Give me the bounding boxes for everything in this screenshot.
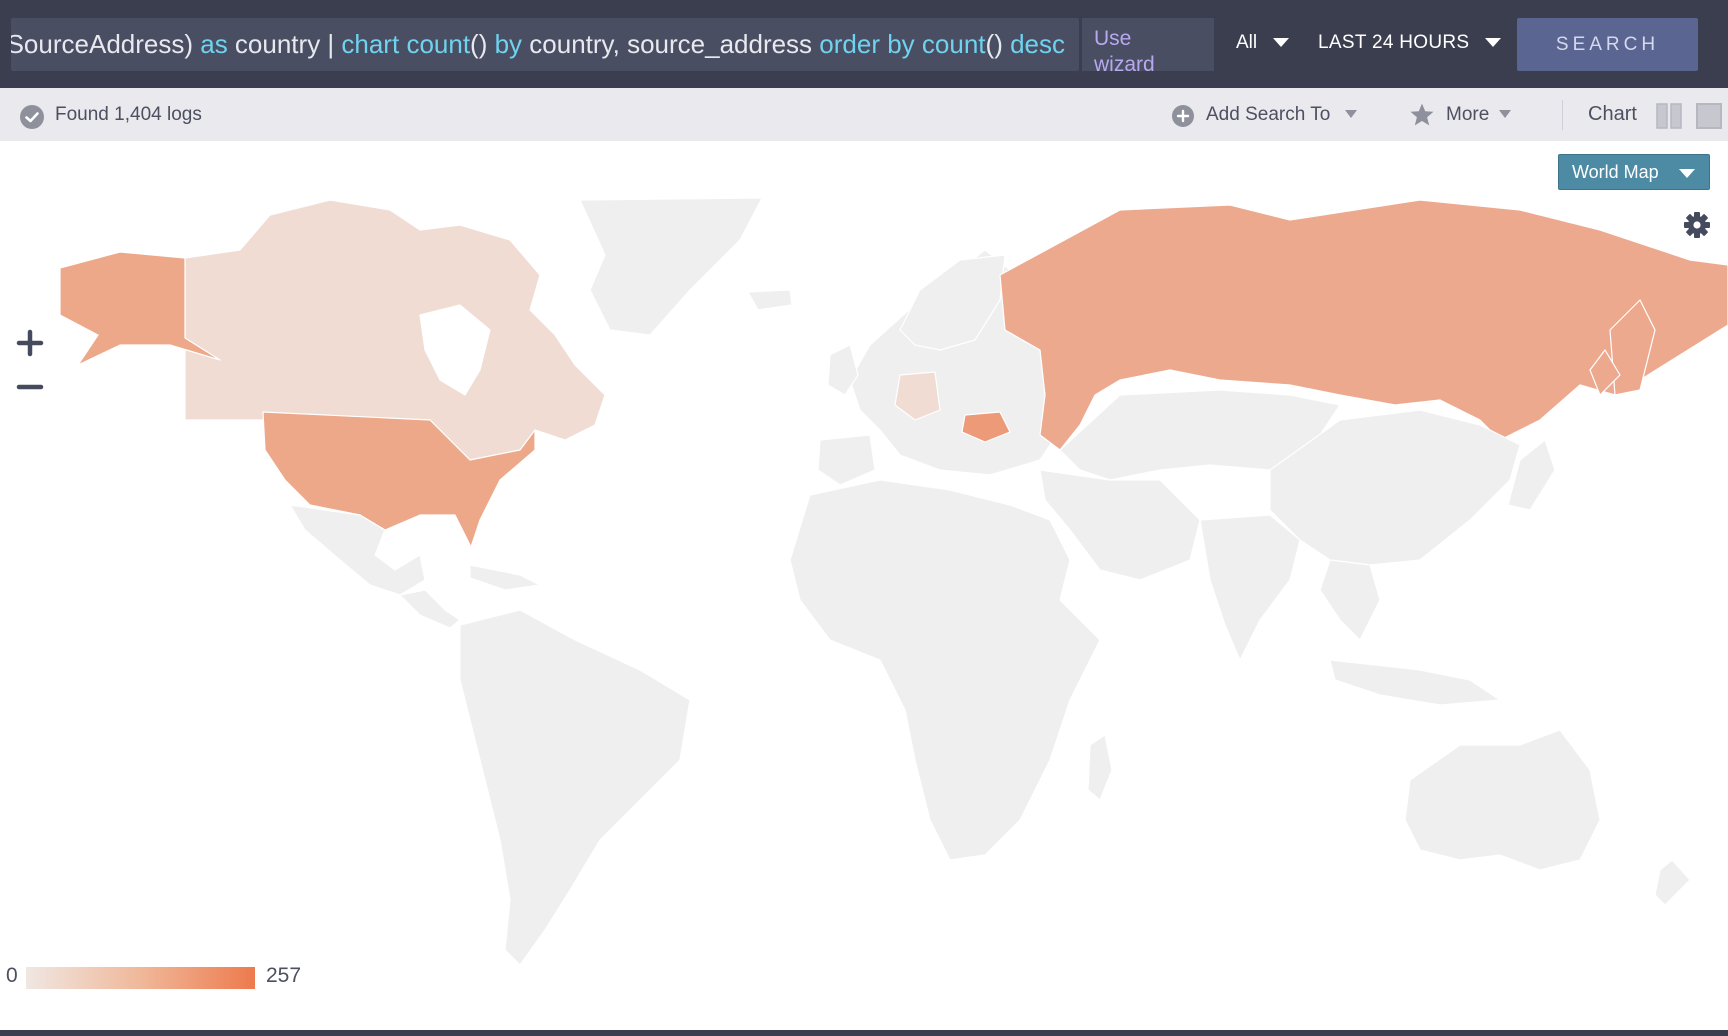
query-keyword: order by [819, 29, 915, 59]
map-region-africa [789, 479, 1101, 861]
scope-dropdown[interactable]: All [1236, 32, 1290, 54]
time-range-dropdown[interactable]: LAST 24 HOURS [1318, 32, 1502, 54]
chevron-down-icon[interactable] [1499, 110, 1511, 118]
map-region-south-america [459, 609, 691, 966]
use-wizard-label: Use wizard [1094, 27, 1155, 71]
query-keyword: as [193, 29, 228, 59]
star-icon[interactable] [1409, 102, 1435, 128]
single-layout-icon[interactable] [1696, 103, 1722, 129]
map-region-iberia [817, 434, 876, 486]
bottom-border [0, 1030, 1728, 1036]
world-map[interactable] [0, 195, 1728, 970]
chart-view-label: Chart [1588, 103, 1637, 125]
map-region-indonesia [1329, 659, 1501, 706]
query-token: country | [227, 29, 342, 59]
legend-min-value: 0 [6, 964, 18, 987]
query-keyword: count [921, 29, 986, 59]
chevron-down-icon [1273, 38, 1290, 48]
check-circle-icon [20, 105, 44, 129]
query-token: () [470, 29, 495, 59]
query-keyword: by [494, 29, 523, 59]
query-token: country, source_address [522, 29, 820, 59]
scope-dropdown-label: All [1236, 32, 1258, 53]
chevron-down-icon [1485, 38, 1502, 48]
more-button[interactable]: More [1446, 104, 1489, 126]
add-circle-icon[interactable] [1172, 105, 1194, 127]
toolbar-divider [1562, 100, 1563, 130]
split-layout-icon[interactable] [1656, 103, 1682, 129]
add-search-to-button[interactable]: Add Search To [1206, 104, 1330, 126]
map-region-madagascar [1087, 734, 1113, 801]
map-region-southeast-asia [1319, 559, 1381, 641]
map-region-caribbean [469, 564, 541, 591]
map-region-central-america [399, 589, 461, 629]
query-token: SourceAddress) [11, 29, 194, 59]
query-keyword: desc [1010, 29, 1065, 59]
visualization-type-dropdown[interactable]: World Map [1558, 154, 1710, 190]
legend-max-value: 257 [266, 964, 302, 987]
chevron-down-icon[interactable] [1345, 110, 1357, 118]
map-region-greenland [579, 197, 763, 336]
legend-color-scale [26, 967, 255, 989]
query-keyword: chart [341, 29, 400, 59]
visualization-type-label: World Map [1572, 161, 1659, 182]
results-count: Found 1,404 logs [55, 104, 202, 125]
query-token: () [985, 29, 1011, 59]
map-region-australia [1404, 729, 1601, 871]
chevron-down-icon [1679, 169, 1695, 178]
query-token [915, 29, 922, 59]
time-range-label: LAST 24 HOURS [1318, 32, 1470, 53]
query-keyword: count [406, 29, 471, 59]
search-button[interactable]: SEARCH [1517, 18, 1698, 71]
map-region-new-zealand [1654, 859, 1691, 906]
map-region-india [1199, 514, 1301, 661]
map-region-iceland [747, 289, 793, 311]
use-wizard-button[interactable]: Use wizard [1082, 18, 1214, 71]
query-text[interactable]: SourceAddress) as country | chart count(… [11, 29, 1065, 60]
query-editor[interactable]: SourceAddress) as country | chart count(… [11, 18, 1079, 71]
